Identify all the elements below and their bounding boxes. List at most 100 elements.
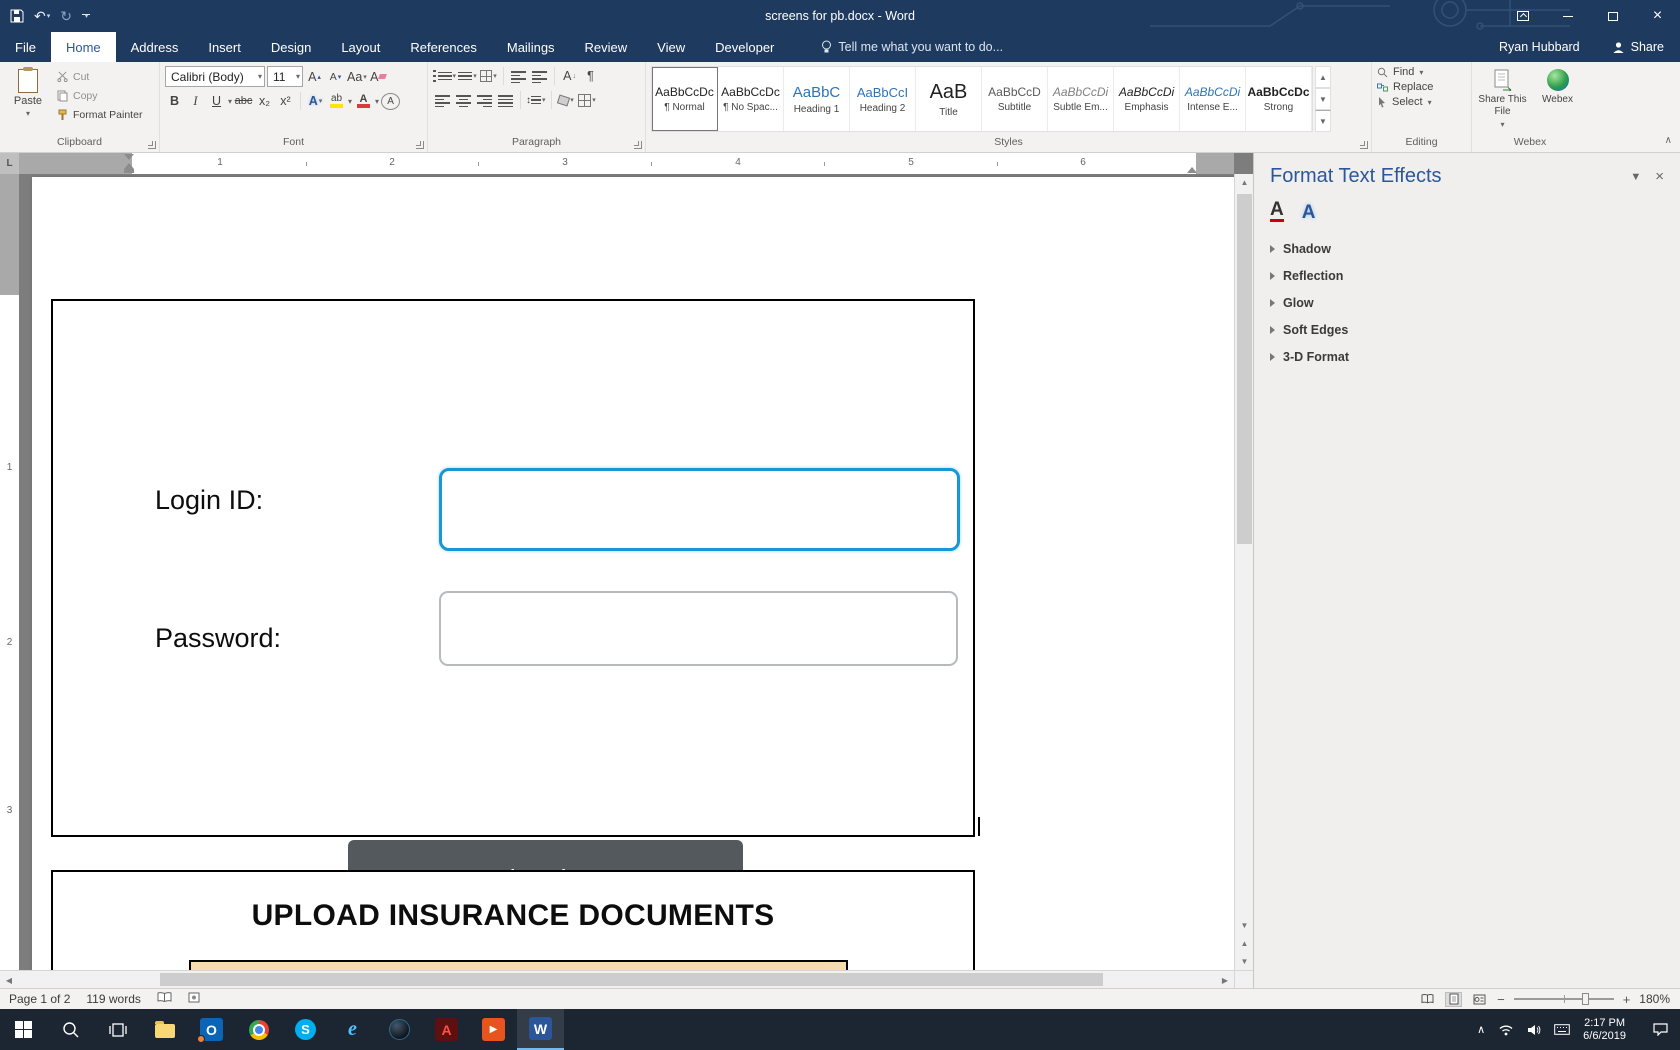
password-input[interactable] xyxy=(439,591,958,666)
panel-close-icon[interactable]: × xyxy=(1655,168,1664,185)
section-glow[interactable]: Glow xyxy=(1270,290,1664,315)
zoom-out-button[interactable]: − xyxy=(1497,992,1505,1007)
read-mode-button[interactable] xyxy=(1419,992,1436,1007)
bullets-button[interactable]: ▾ xyxy=(433,66,456,86)
save-button[interactable] xyxy=(10,9,24,23)
tab-mailings[interactable]: Mailings xyxy=(492,32,570,62)
customize-quick-access-button[interactable]: ▾ xyxy=(82,14,90,19)
justify-button[interactable] xyxy=(496,90,515,110)
clear-formatting-button[interactable]: A xyxy=(369,67,388,87)
network-icon[interactable] xyxy=(1498,1024,1514,1036)
scroll-down-arrow[interactable]: ▼ xyxy=(1235,917,1254,934)
taskbar-clock[interactable]: 2:17 PM 6/6/2019 xyxy=(1583,1017,1626,1043)
styles-more-button[interactable]: ▼ xyxy=(1315,110,1331,132)
document-canvas[interactable]: Login ID: Password: Log In UPLOAD INSURA… xyxy=(19,174,1234,970)
subscript-button[interactable]: x₂ xyxy=(255,91,274,111)
word-count[interactable]: 119 words xyxy=(86,992,140,1006)
section-3d-format[interactable]: 3-D Format xyxy=(1270,344,1664,369)
cut-button[interactable]: Cut xyxy=(57,68,142,85)
bold-button[interactable]: B xyxy=(165,91,184,111)
right-indent-marker[interactable] xyxy=(1187,167,1197,173)
section-shadow[interactable]: Shadow xyxy=(1270,236,1664,261)
underline-button[interactable]: U xyxy=(207,91,226,111)
align-right-button[interactable] xyxy=(475,90,494,110)
taskbar-search-button[interactable] xyxy=(47,1009,94,1050)
clipboard-dialog-launcher[interactable] xyxy=(148,141,156,149)
tab-layout[interactable]: Layout xyxy=(326,32,395,62)
style-title[interactable]: AaBTitle xyxy=(916,67,982,131)
text-effects-icon[interactable]: A xyxy=(1302,203,1316,222)
style-heading-1[interactable]: AaBbCHeading 1 xyxy=(784,67,850,131)
scroll-up-arrow[interactable]: ▲ xyxy=(1235,174,1254,191)
acrobat-button[interactable]: A xyxy=(423,1009,470,1050)
previous-page-button[interactable]: ▲ xyxy=(1235,935,1254,952)
share-button[interactable]: Share xyxy=(1596,32,1680,62)
section-reflection[interactable]: Reflection xyxy=(1270,263,1664,288)
zoom-level[interactable]: 180% xyxy=(1639,992,1670,1006)
copy-button[interactable]: Copy xyxy=(57,87,142,104)
replace-button[interactable]: Replace xyxy=(1377,81,1466,93)
tab-address[interactable]: Address xyxy=(116,32,194,62)
share-this-file-button[interactable]: Share This File ▾ xyxy=(1477,66,1528,135)
webex-button[interactable]: Webex xyxy=(1532,66,1583,135)
italic-button[interactable]: I xyxy=(186,91,205,111)
styles-scroll-down-button[interactable]: ▼ xyxy=(1315,88,1331,110)
tab-selector[interactable]: L xyxy=(0,153,19,174)
tab-insert[interactable]: Insert xyxy=(193,32,256,62)
vertical-ruler[interactable]: 1 2 3 xyxy=(0,174,19,970)
tab-developer[interactable]: Developer xyxy=(700,32,789,62)
tell-me-box[interactable]: Tell me what you want to do... xyxy=(811,32,1013,62)
tab-home[interactable]: Home xyxy=(51,32,116,62)
borders-button[interactable]: ▾ xyxy=(578,90,597,110)
style-normal[interactable]: AaBbCcDc¶ Normal xyxy=(652,67,718,131)
next-page-button[interactable]: ▼ xyxy=(1235,953,1254,970)
volume-icon[interactable] xyxy=(1527,1024,1541,1036)
styles-dialog-launcher[interactable] xyxy=(1360,141,1368,149)
style-strong[interactable]: AaBbCcDcStrong xyxy=(1246,67,1312,131)
hidden-icons-chevron[interactable]: ∧ xyxy=(1477,1023,1485,1036)
paste-button[interactable]: Paste ▾ xyxy=(5,66,51,135)
collapse-ribbon-button[interactable]: ∧ xyxy=(1665,135,1672,146)
print-layout-button[interactable] xyxy=(1445,992,1462,1007)
styles-scroll-up-button[interactable]: ▲ xyxy=(1315,66,1331,88)
outlook-button[interactable]: O xyxy=(188,1009,235,1050)
multilevel-list-button[interactable]: ▾ xyxy=(479,66,498,86)
minimize-button[interactable] xyxy=(1545,0,1590,32)
tab-view[interactable]: View xyxy=(642,32,700,62)
upload-field-box[interactable] xyxy=(189,960,848,970)
login-form-box[interactable]: Login ID: Password: Log In xyxy=(51,299,975,837)
task-view-button[interactable] xyxy=(94,1009,141,1050)
skype-button[interactable]: S xyxy=(282,1009,329,1050)
paragraph-dialog-launcher[interactable] xyxy=(634,141,642,149)
zoom-slider-thumb[interactable] xyxy=(1582,993,1589,1005)
style-heading-2[interactable]: AaBbCcIHeading 2 xyxy=(850,67,916,131)
grow-font-button[interactable]: A▴ xyxy=(305,67,324,87)
upload-documents-box[interactable]: UPLOAD INSURANCE DOCUMENTS xyxy=(51,870,975,970)
zoom-slider[interactable] xyxy=(1514,998,1614,1000)
redo-button[interactable]: ↻ xyxy=(60,8,72,25)
font-size-combo[interactable]: ▾ xyxy=(267,66,303,87)
decrease-indent-button[interactable] xyxy=(509,66,528,86)
style-no-spacing[interactable]: AaBbCcDc¶ No Spac... xyxy=(718,67,784,131)
change-case-button[interactable]: Aa▾ xyxy=(347,67,367,87)
sort-button[interactable]: A↓ xyxy=(560,66,579,86)
superscript-button[interactable]: x² xyxy=(276,91,295,111)
internet-explorer-button[interactable]: e xyxy=(329,1009,376,1050)
font-family-combo[interactable]: ▾ xyxy=(165,66,265,87)
format-painter-button[interactable]: Format Painter xyxy=(57,106,142,123)
style-emphasis[interactable]: AaBbCcDiEmphasis xyxy=(1114,67,1180,131)
page-indicator[interactable]: Page 1 of 2 xyxy=(9,992,70,1006)
character-border-button[interactable]: A xyxy=(381,93,400,110)
highlight-color-button[interactable]: ab xyxy=(327,91,346,111)
file-explorer-button[interactable] xyxy=(141,1009,188,1050)
account-user[interactable]: Ryan Hubbard xyxy=(1483,40,1596,54)
style-subtitle[interactable]: AaBbCcDSubtitle xyxy=(982,67,1048,131)
media-app-button[interactable]: ▶ xyxy=(470,1009,517,1050)
numbering-button[interactable]: ▾ xyxy=(458,66,477,86)
first-line-indent-marker[interactable] xyxy=(124,154,134,160)
undo-button[interactable]: ↶▾ xyxy=(34,8,50,25)
align-left-button[interactable] xyxy=(433,90,452,110)
font-color-button[interactable]: A xyxy=(354,91,373,111)
font-family-input[interactable] xyxy=(171,70,256,84)
maximize-button[interactable] xyxy=(1590,0,1635,32)
